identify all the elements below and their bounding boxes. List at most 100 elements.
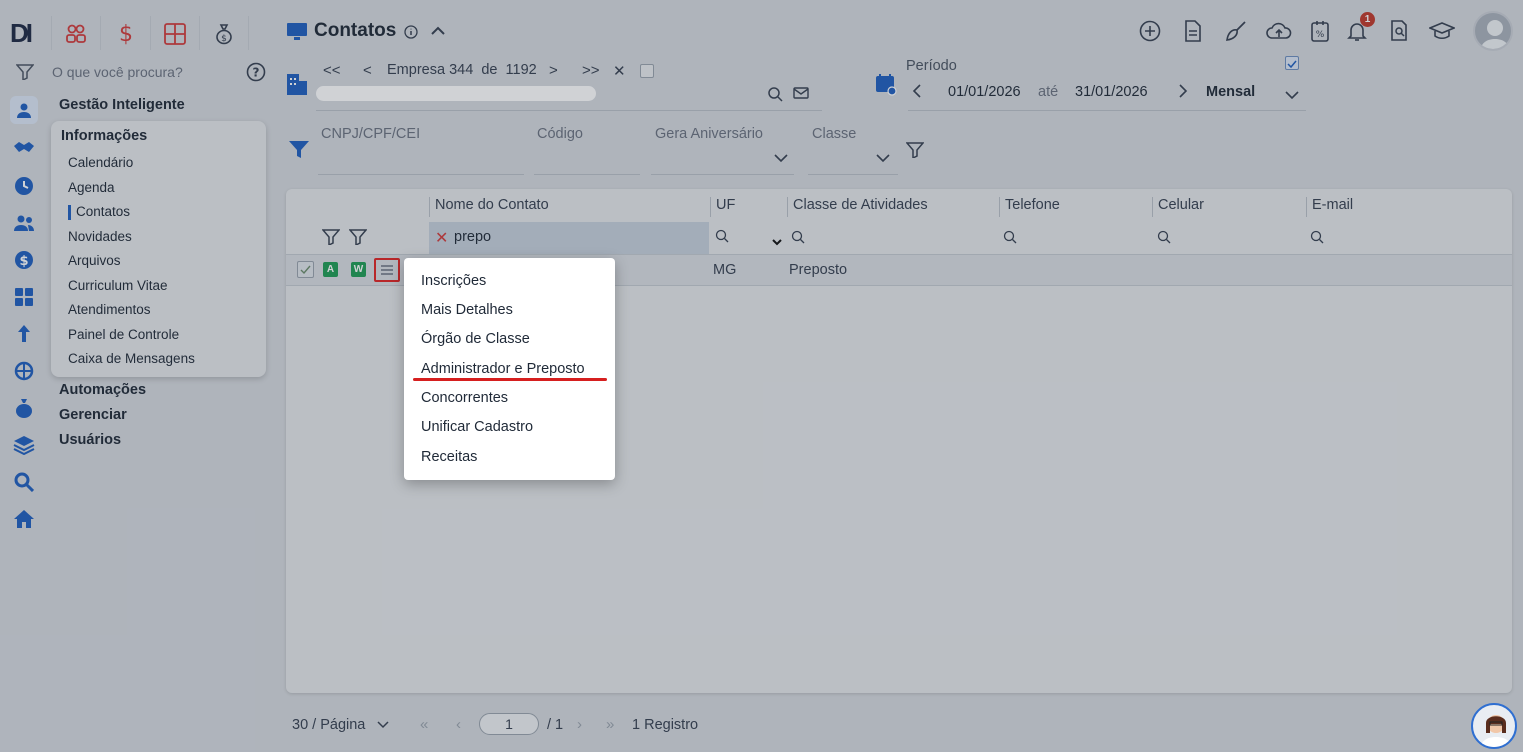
start-date-input[interactable]: 01/01/2026 xyxy=(948,84,1021,100)
next-period-icon[interactable] xyxy=(1178,84,1188,102)
chevron-down-icon[interactable] xyxy=(773,150,789,166)
broom-icon[interactable] xyxy=(1223,18,1249,44)
search-icon[interactable] xyxy=(12,470,36,494)
nav-item-atendimentos[interactable]: Atendimentos xyxy=(68,302,151,317)
calculator-icon[interactable] xyxy=(12,285,36,309)
nav-item-contatos[interactable]: Contatos xyxy=(76,204,130,219)
prev-page-button[interactable]: ‹ xyxy=(456,716,461,733)
submenu-title[interactable]: Informações xyxy=(61,128,147,144)
menu-item-administrador-preposto[interactable]: Administrador e Preposto xyxy=(421,361,585,377)
nav-usuarios[interactable]: Usuários xyxy=(59,432,121,448)
document-icon[interactable] xyxy=(1180,18,1206,44)
mail-icon[interactable] xyxy=(793,86,809,103)
filter-outline-icon[interactable] xyxy=(905,142,925,161)
svg-text:$: $ xyxy=(19,254,28,269)
monitor-icon xyxy=(286,22,308,45)
period-mode-select[interactable]: Mensal xyxy=(1206,84,1255,100)
menu-item-mais-detalhes[interactable]: Mais Detalhes xyxy=(421,302,513,318)
filter-icon[interactable] xyxy=(15,64,35,83)
end-date-input[interactable]: 31/01/2026 xyxy=(1075,84,1148,100)
nav-item-arquivos[interactable]: Arquivos xyxy=(68,253,121,268)
nav-item-novidades[interactable]: Novidades xyxy=(68,229,132,244)
prev-period-icon[interactable] xyxy=(912,84,922,102)
next-company-button[interactable]: > xyxy=(549,62,558,79)
people-icon[interactable] xyxy=(64,22,88,46)
user-avatar[interactable] xyxy=(1473,11,1513,51)
nav-gerenciar[interactable]: Gerenciar xyxy=(59,407,127,423)
chevron-down-icon[interactable] xyxy=(875,150,891,166)
row-menu-button[interactable] xyxy=(374,258,400,282)
classe-field[interactable]: Classe xyxy=(812,126,856,142)
assistant-avatar[interactable] xyxy=(1471,703,1517,749)
nav-item-agenda[interactable]: Agenda xyxy=(68,180,115,195)
nav-item-curriculum[interactable]: Curriculum Vitae xyxy=(68,278,168,293)
layers-icon[interactable] xyxy=(12,433,36,457)
col-classe[interactable]: Classe de Atividades xyxy=(793,197,928,213)
first-page-button[interactable]: « xyxy=(420,716,428,733)
row-checkbox[interactable] xyxy=(297,261,314,278)
home-icon[interactable] xyxy=(12,507,36,531)
app-logo[interactable]: DI xyxy=(10,18,33,49)
last-company-button[interactable]: >> xyxy=(582,62,600,79)
col-telefone[interactable]: Telefone xyxy=(1005,197,1060,213)
col-email[interactable]: E-mail xyxy=(1312,197,1353,213)
upload-arrow-icon[interactable] xyxy=(12,322,36,346)
percent-doc-icon[interactable]: % xyxy=(1307,18,1333,44)
name-filter-input[interactable]: ✕ prepo xyxy=(429,222,709,254)
menu-item-unificar[interactable]: Unificar Cadastro xyxy=(421,419,533,435)
svg-text:?: ? xyxy=(253,66,260,80)
add-circle-icon[interactable] xyxy=(1137,18,1163,44)
col-nome[interactable]: Nome do Contato xyxy=(435,197,549,213)
page-input[interactable]: 1 xyxy=(479,713,539,735)
clock-icon[interactable] xyxy=(12,174,36,198)
money-bag-icon[interactable]: $ xyxy=(212,22,236,46)
next-page-button[interactable]: › xyxy=(577,716,582,733)
col-uf[interactable]: UF xyxy=(716,197,735,213)
prev-company-button[interactable]: < xyxy=(363,62,372,79)
menu-item-concorrentes[interactable]: Concorrentes xyxy=(421,390,508,406)
col-celular[interactable]: Celular xyxy=(1158,197,1204,213)
company-checkbox[interactable] xyxy=(640,64,654,78)
search-input[interactable]: O que você procura? xyxy=(52,64,183,80)
handshake-icon[interactable] xyxy=(12,136,36,160)
codigo-field[interactable]: Código xyxy=(537,126,583,142)
global-search[interactable]: O que você procura? ? xyxy=(10,60,270,86)
calculator-icon[interactable] xyxy=(163,22,187,46)
calendar-icon xyxy=(874,72,898,99)
user-card-icon[interactable] xyxy=(10,96,38,124)
filters-row: CNPJ/CPF/CEI Código Gera Aniversário Cla… xyxy=(286,122,946,178)
cell-uf: MG xyxy=(713,262,737,278)
last-page-button[interactable]: » xyxy=(606,716,614,733)
badge-a[interactable]: A xyxy=(323,262,338,277)
first-company-button[interactable]: << xyxy=(323,62,341,79)
chevron-up-icon[interactable] xyxy=(430,24,446,40)
dollar-icon[interactable]: $ xyxy=(114,22,138,47)
dollar-icon[interactable]: $ xyxy=(12,248,36,272)
menu-item-receitas[interactable]: Receitas xyxy=(421,449,477,465)
close-company-button[interactable]: ✕ xyxy=(613,62,626,80)
filter-icon[interactable] xyxy=(288,140,310,163)
nav-gestao-inteligente[interactable]: Gestão Inteligente xyxy=(59,97,185,113)
aniversario-field[interactable]: Gera Aniversário xyxy=(655,126,763,142)
nav-item-painel[interactable]: Painel de Controle xyxy=(68,327,179,342)
clear-filter-icon[interactable]: ✕ xyxy=(435,228,448,248)
globe-network-icon[interactable] xyxy=(12,359,36,383)
cnpj-field[interactable]: CNPJ/CPF/CEI xyxy=(321,126,420,142)
nav-automacoes[interactable]: Automações xyxy=(59,382,146,398)
search-doc-icon[interactable] xyxy=(1387,18,1413,44)
users-icon[interactable] xyxy=(12,211,36,235)
help-icon[interactable]: ? xyxy=(246,62,266,85)
menu-item-inscricoes[interactable]: Inscrições xyxy=(421,273,486,289)
per-page-select[interactable]: 30 / Página xyxy=(292,717,389,733)
graduation-cap-icon[interactable] xyxy=(1429,18,1455,44)
search-icon[interactable] xyxy=(767,86,783,105)
nav-item-calendario[interactable]: Calendário xyxy=(68,155,133,170)
menu-item-orgao-classe[interactable]: Órgão de Classe xyxy=(421,331,530,347)
cloud-upload-icon[interactable] xyxy=(1266,18,1292,44)
info-icon[interactable] xyxy=(404,25,418,42)
badge-w[interactable]: W xyxy=(351,262,366,277)
periodo-checkbox[interactable] xyxy=(1285,56,1299,70)
chevron-down-icon[interactable] xyxy=(1284,88,1300,104)
nav-item-mensagens[interactable]: Caixa de Mensagens xyxy=(68,351,195,366)
money-bag-icon[interactable] xyxy=(12,396,36,420)
